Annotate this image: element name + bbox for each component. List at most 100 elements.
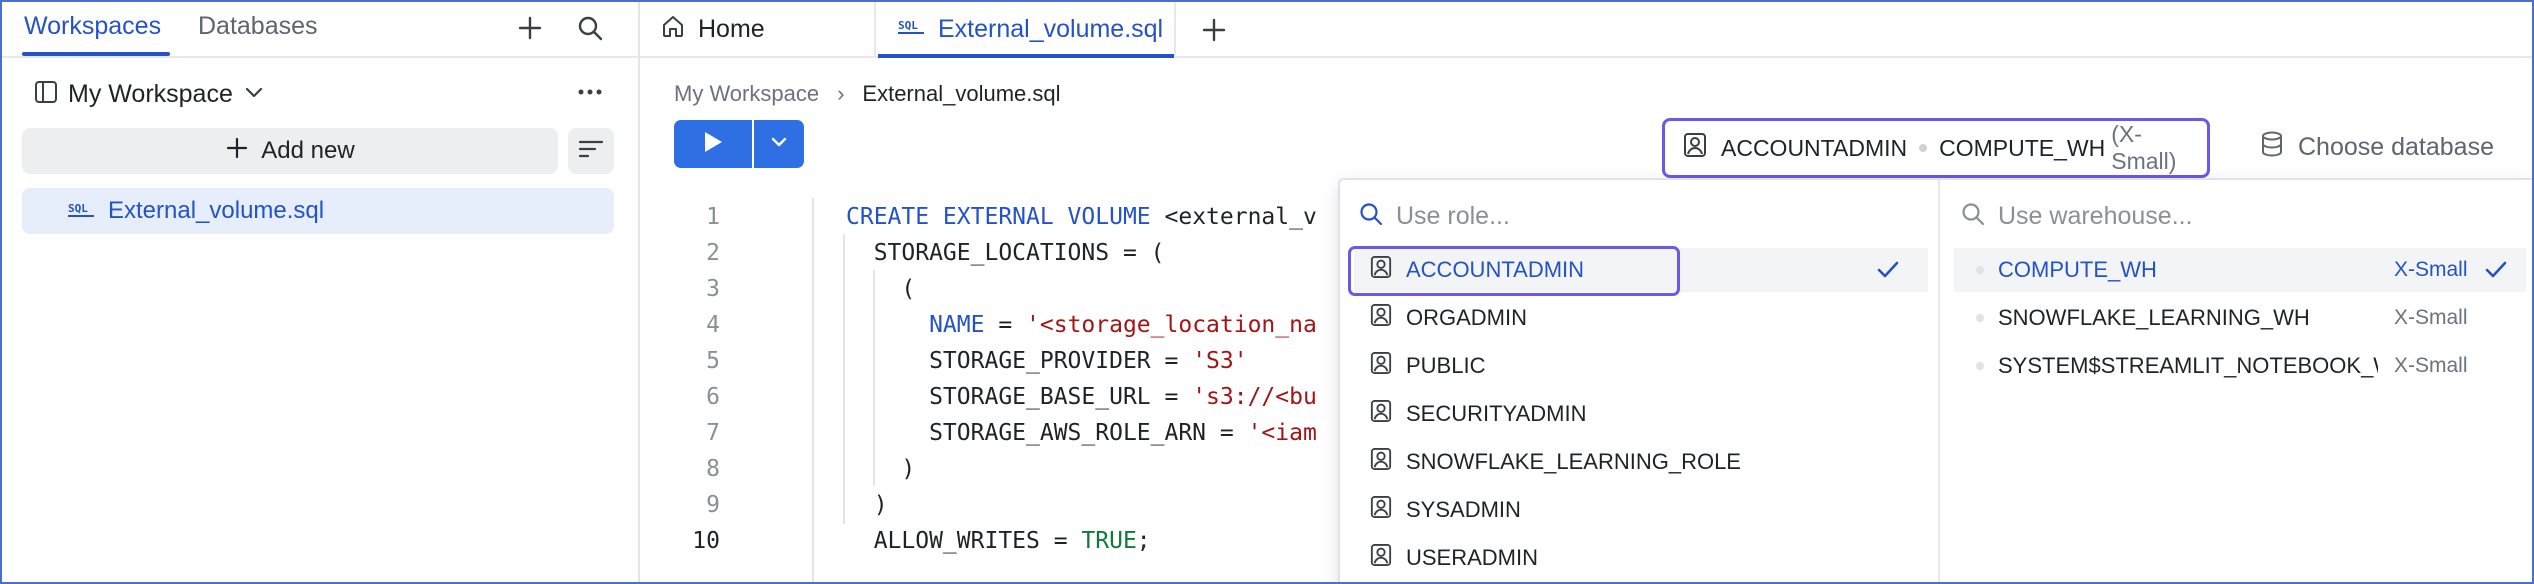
checkmark-icon	[2484, 259, 2508, 287]
choose-database-button[interactable]: Choose database	[2260, 124, 2494, 170]
role-option[interactable]: USERADMIN	[1354, 536, 1928, 580]
checkmark-icon	[1876, 259, 1900, 287]
tab-file-label: External_volume.sql	[938, 14, 1164, 43]
search-icon	[1960, 201, 1986, 232]
line-number: 8	[706, 456, 720, 482]
database-icon	[2260, 130, 2284, 165]
warehouse-size-label: X-Small	[2394, 306, 2468, 329]
role-option-label: SECURITYADMIN	[1406, 401, 1587, 426]
code-token: <external_v	[1164, 204, 1317, 230]
code-text: CREATE EXTERNAL VOLUME <external_v	[846, 204, 1317, 230]
role-option-label: SYSADMIN	[1406, 497, 1521, 522]
code-token: )	[846, 492, 888, 518]
run-button[interactable]	[674, 120, 752, 168]
role-warehouse-selector[interactable]: ACCOUNTADMIN COMPUTE_WH (X-Small)	[1662, 118, 2210, 178]
code-token: (	[846, 276, 916, 302]
new-tab-icon[interactable]	[1192, 8, 1236, 52]
warehouse-option[interactable]: COMPUTE_WH X-Small	[1954, 248, 2526, 292]
workspace-panel-icon	[34, 80, 58, 109]
breadcrumb-separator: ›	[837, 81, 845, 106]
current-warehouse: COMPUTE_WH	[1939, 134, 2106, 161]
user-role-icon	[1370, 255, 1392, 285]
role-option-label: ACCOUNTADMIN	[1406, 257, 1585, 282]
code-text: )	[846, 456, 915, 482]
warehouse-option[interactable]: SNOWFLAKE_LEARNING_WH X-Small	[1954, 296, 2526, 340]
role-option[interactable]: SYSADMIN	[1354, 488, 1928, 532]
code-token: ;	[1136, 528, 1151, 554]
add-new-label: Add new	[261, 137, 355, 164]
run-options-button[interactable]	[754, 120, 804, 168]
status-dot-icon	[1976, 362, 1984, 370]
role-option[interactable]: SECURITYADMIN	[1354, 392, 1928, 436]
role-warehouse-dropdown: ACCOUNTADMIN ORGADMIN PUBLIC SECURITYADMIN S…	[1338, 178, 2532, 582]
line-number: 2	[706, 240, 720, 266]
role-option[interactable]: SNOWFLAKE_LEARNING_ROLE	[1354, 440, 1928, 484]
code-text: STORAGE_AWS_ROLE_ARN = '<iam	[846, 420, 1317, 446]
warehouse-size-label: X-Small	[2394, 354, 2468, 377]
add-icon[interactable]	[510, 8, 550, 48]
user-role-icon	[1370, 351, 1392, 381]
warehouse-search	[1960, 194, 2520, 238]
sql-file-icon: SQL	[896, 15, 926, 44]
code-text: STORAGE_PROVIDER = 'S3'	[846, 348, 1248, 374]
sidebar-tabs: Workspaces Databases	[2, 2, 638, 58]
code-token: '<storage_location_na	[1026, 312, 1317, 338]
role-option-label: PUBLIC	[1406, 353, 1486, 378]
choose-database-label: Choose database	[2298, 132, 2494, 161]
svg-text:SQL: SQL	[898, 19, 918, 32]
status-dot-icon	[1976, 314, 1984, 322]
sort-button[interactable]	[568, 128, 614, 174]
more-options-icon[interactable]	[570, 72, 610, 112]
breadcrumb-root[interactable]: My Workspace	[674, 81, 819, 107]
search-icon	[1358, 201, 1384, 232]
active-tab-indicator	[878, 54, 1174, 58]
role-search-input[interactable]	[1396, 201, 1896, 231]
code-token: )	[846, 456, 916, 482]
file-item-external-volume[interactable]: SQL External_volume.sql	[22, 188, 614, 234]
active-tab-indicator	[22, 52, 170, 56]
role-option[interactable]: ORGADMIN	[1354, 296, 1928, 340]
code-token: STORAGE_AWS_ROLE_ARN =	[846, 420, 1248, 446]
code-token: '<iam	[1247, 420, 1317, 446]
warehouse-option-label: SYSTEM$STREAMLIT_NOTEBOOK_WH	[1998, 353, 2378, 378]
user-role-icon	[1370, 543, 1392, 573]
warehouse-option[interactable]: SYSTEM$STREAMLIT_NOTEBOOK_WH X-Small	[1954, 344, 2526, 388]
role-option[interactable]: ACCOUNTADMIN	[1354, 248, 1928, 292]
line-number: 1	[706, 204, 720, 230]
line-number: 10	[692, 528, 720, 554]
user-role-icon	[1370, 399, 1392, 429]
code-token: STORAGE_PROVIDER =	[846, 348, 1193, 374]
file-item-label: External_volume.sql	[108, 197, 325, 224]
editor-tabbar: Home SQL External_volume.sql	[640, 2, 2532, 58]
app-window: Workspaces Databases My Workspace Add ne…	[0, 0, 2534, 584]
tab-external-volume[interactable]: SQL External_volume.sql	[876, 2, 1176, 56]
code-token: CREATE EXTERNAL VOLUME	[846, 204, 1165, 230]
svg-text:SQL: SQL	[68, 202, 88, 215]
line-number: 5	[706, 348, 720, 374]
plus-icon	[225, 136, 249, 167]
tab-workspaces[interactable]: Workspaces	[24, 12, 161, 41]
line-number: 7	[706, 420, 720, 446]
code-text: STORAGE_BASE_URL = 's3://<bu	[846, 384, 1317, 410]
add-new-button[interactable]: Add new	[22, 128, 558, 174]
warehouse-search-input[interactable]	[1998, 201, 2498, 231]
search-icon[interactable]	[570, 8, 610, 48]
code-token: STORAGE_LOCATIONS = (	[846, 240, 1165, 266]
tab-databases[interactable]: Databases	[198, 12, 318, 41]
warehouse-pane: COMPUTE_WH X-Small SNOWFLAKE_LEARNING_WH X-…	[1942, 180, 2532, 582]
code-text: ALLOW_WRITES = TRUE;	[846, 528, 1151, 554]
code-text: NAME = '<storage_location_na	[846, 312, 1317, 338]
current-warehouse-size: (X-Small)	[2111, 121, 2177, 174]
code-token: =	[984, 312, 1027, 338]
breadcrumb-current: External_volume.sql	[862, 81, 1061, 106]
warehouse-option-label: SNOWFLAKE_LEARNING_WH	[1998, 305, 2310, 330]
code-token: NAME	[846, 312, 985, 338]
separator-dot	[1919, 144, 1928, 152]
workspace-selector[interactable]: My Workspace	[34, 74, 265, 114]
run-button-group	[674, 120, 804, 168]
tab-home[interactable]: Home	[640, 2, 876, 56]
code-token: ALLOW_WRITES =	[846, 528, 1082, 554]
code-text: (	[846, 276, 915, 302]
user-role-icon	[1683, 132, 1707, 164]
role-option[interactable]: PUBLIC	[1354, 344, 1928, 388]
